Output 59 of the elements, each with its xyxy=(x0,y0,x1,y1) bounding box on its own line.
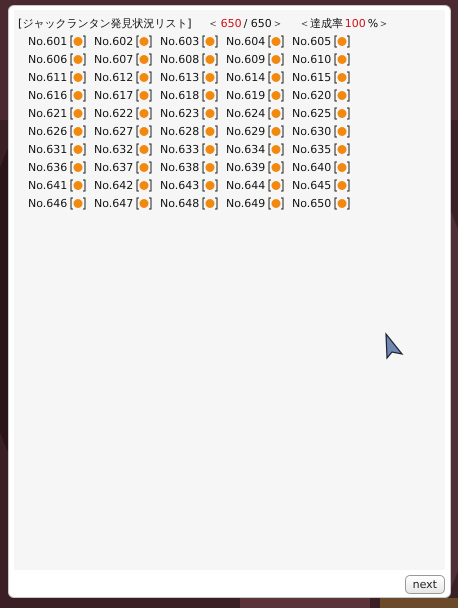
next-button[interactable]: next xyxy=(404,575,445,594)
entry-number: No.601 xyxy=(28,34,68,49)
entry-number: No.641 xyxy=(28,178,68,193)
entry-number: No.628 xyxy=(160,124,200,139)
entry-number: No.633 xyxy=(160,142,200,157)
entry-number: No.620 xyxy=(292,88,332,103)
header-text: 100 xyxy=(344,16,366,31)
entry-number: No.607 xyxy=(94,52,134,67)
entry-number: No.606 xyxy=(28,52,68,67)
entry-number: No.650 xyxy=(292,196,332,211)
entry-number: No.635 xyxy=(292,142,332,157)
entry-number: No.619 xyxy=(226,88,266,103)
entry-number: No.644 xyxy=(226,178,266,193)
entry-number: No.627 xyxy=(94,124,134,139)
entry-number: No.631 xyxy=(28,142,68,157)
entry-number: No.625 xyxy=(292,106,332,121)
entry-number: No.642 xyxy=(94,178,134,193)
entry-number: No.603 xyxy=(160,34,200,49)
entry-number: No.602 xyxy=(94,34,134,49)
entry-number: No.648 xyxy=(160,196,200,211)
entry-number: No.629 xyxy=(226,124,266,139)
entry-number: No.643 xyxy=(160,178,200,193)
entry-number: No.626 xyxy=(28,124,68,139)
entry-number: No.614 xyxy=(226,70,266,85)
entry-number: No.615 xyxy=(292,70,332,85)
entry-number: No.639 xyxy=(226,160,266,175)
entry-number: No.604 xyxy=(226,34,266,49)
entry-number: No.610 xyxy=(292,52,332,67)
header-text: / 650＞ xyxy=(244,16,283,31)
header-text: ＜達成率 xyxy=(298,16,343,31)
cursor-icon xyxy=(384,332,404,360)
header-text: ＜ xyxy=(208,16,219,31)
header-text: %＞ xyxy=(368,16,390,31)
entry-number: No.632 xyxy=(94,142,134,157)
entry-number: No.618 xyxy=(160,88,200,103)
entry-number: No.608 xyxy=(160,52,200,67)
entry-number: No.646 xyxy=(28,196,68,211)
entry-number: No.611 xyxy=(28,70,68,85)
entry-number: No.609 xyxy=(226,52,266,67)
entry-number: No.612 xyxy=(94,70,134,85)
header-text: [ジャックランタン発見状況リスト] xyxy=(18,16,192,31)
entry-number: No.624 xyxy=(226,106,266,121)
entry-number: No.645 xyxy=(292,178,332,193)
entry-number: No.634 xyxy=(226,142,266,157)
entry-number: No.622 xyxy=(94,106,134,121)
entry-number: No.616 xyxy=(28,88,68,103)
header-text: 650 xyxy=(220,16,242,31)
entry-number: No.640 xyxy=(292,160,332,175)
entry-number: No.649 xyxy=(226,196,266,211)
entry-number: No.623 xyxy=(160,106,200,121)
entry-number: No.637 xyxy=(94,160,134,175)
entry-number: No.630 xyxy=(292,124,332,139)
entry-number: No.638 xyxy=(160,160,200,175)
entry-number: No.613 xyxy=(160,70,200,85)
entry-number: No.605 xyxy=(292,34,332,49)
entry-number: No.636 xyxy=(28,160,68,175)
entry-number: No.621 xyxy=(28,106,68,121)
entry-number: No.647 xyxy=(94,196,134,211)
entry-number: No.617 xyxy=(94,88,134,103)
